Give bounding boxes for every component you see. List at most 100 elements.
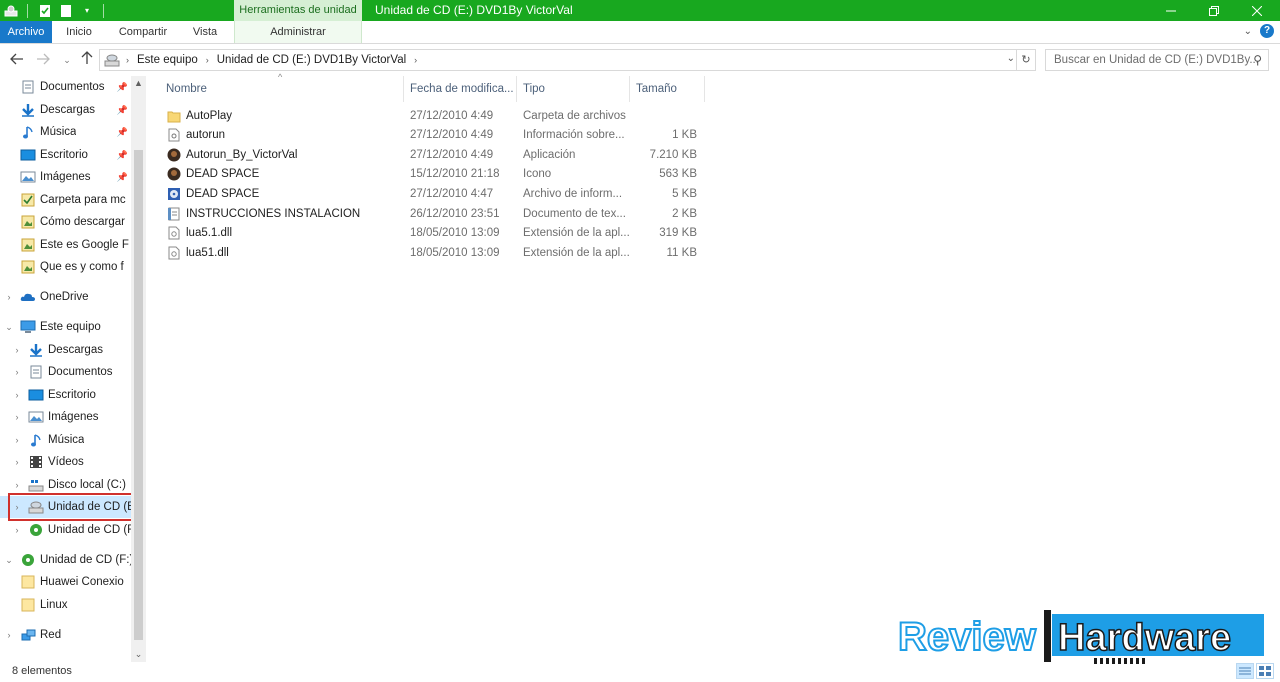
- nav-item-que-es[interactable]: Que es y como f: [0, 256, 134, 278]
- nav-item-huawei[interactable]: Huawei Conexio: [0, 571, 134, 593]
- nav-item-cd-f-root[interactable]: ⌄ Unidad de CD (F:): [0, 549, 134, 571]
- file-row[interactable]: lua51.dll 18/05/2010 13:09 Extensión de …: [160, 243, 705, 263]
- breadcrumb-separator-icon[interactable]: ›: [126, 55, 129, 65]
- collapse-chevron-icon[interactable]: ⌄: [4, 322, 14, 333]
- nav-item-unidad-cd-f[interactable]: › Unidad de CD (F: [0, 519, 134, 541]
- nav-item-label: Documentos: [48, 366, 113, 378]
- nav-item-imagenes[interactable]: Imágenes 📌: [0, 166, 134, 188]
- drive-app-icon[interactable]: [3, 3, 19, 19]
- nav-item-label: Descargas: [40, 104, 95, 116]
- folder-icon: [20, 574, 36, 590]
- scroll-down-icon[interactable]: ⌄: [131, 649, 146, 660]
- customize-toolbar-icon[interactable]: ▾: [79, 3, 95, 19]
- nav-item-label: Escritorio: [40, 149, 88, 161]
- file-row[interactable]: autorun 27/12/2010 4:49 Información sobr…: [160, 125, 705, 145]
- music-icon: [28, 432, 44, 448]
- refresh-button[interactable]: ↻: [1016, 49, 1036, 71]
- pin-icon[interactable]: 📌: [117, 82, 128, 93]
- file-row[interactable]: DEAD SPACE 27/12/2010 4:47 Archivo de in…: [160, 184, 705, 204]
- tab-compartir[interactable]: Compartir: [110, 21, 176, 43]
- forward-button[interactable]: [34, 51, 52, 69]
- nav-item-label: Documentos: [40, 81, 105, 93]
- nav-item-label: Imágenes: [48, 411, 99, 423]
- nav-item-carpeta[interactable]: Carpeta para mc: [0, 189, 134, 211]
- nav-item-este-es-google[interactable]: Este es Google F: [0, 234, 134, 256]
- nav-item-onedrive[interactable]: › OneDrive: [0, 286, 134, 308]
- tab-administrar[interactable]: Administrar: [234, 21, 362, 43]
- file-name: lua51.dll: [186, 247, 229, 259]
- nav-item-descargas[interactable]: Descargas 📌: [0, 99, 134, 121]
- expand-chevron-icon[interactable]: ›: [4, 630, 14, 640]
- address-bar[interactable]: › Este equipo › Unidad de CD (E:) DVD1By…: [99, 49, 1036, 71]
- nav-item-escritorio[interactable]: Escritorio 📌: [0, 144, 134, 166]
- nav-item-este-equipo[interactable]: ⌄ Este equipo: [0, 316, 134, 338]
- expand-chevron-icon[interactable]: ›: [12, 525, 22, 535]
- file-row[interactable]: Autorun_By_VictorVal 27/12/2010 4:49 Apl…: [160, 145, 705, 165]
- tab-vista[interactable]: Vista: [184, 21, 226, 43]
- expand-chevron-icon[interactable]: ›: [12, 480, 22, 490]
- file-date: 27/12/2010 4:49: [410, 129, 494, 141]
- videos-icon: [28, 454, 44, 470]
- onedrive-icon: [20, 289, 36, 305]
- downloads-icon: [20, 102, 36, 118]
- file-row[interactable]: lua5.1.dll 18/05/2010 13:09 Extensión de…: [160, 223, 705, 243]
- scroll-up-icon[interactable]: ▲: [131, 78, 146, 88]
- nav-item-pc-escritorio[interactable]: › Escritorio: [0, 384, 134, 406]
- pin-icon[interactable]: 📌: [117, 172, 128, 183]
- nav-item-pc-descargas[interactable]: › Descargas: [0, 339, 134, 361]
- restore-button[interactable]: [1191, 0, 1237, 21]
- navigation-scrollbar[interactable]: ▲ ⌄: [131, 76, 146, 662]
- new-folder-icon[interactable]: [58, 3, 74, 19]
- column-header-size[interactable]: Tamaño: [630, 76, 705, 102]
- file-row[interactable]: INSTRUCCIONES INSTALACION 26/12/2010 23:…: [160, 204, 705, 224]
- breadcrumb-separator-icon[interactable]: ›: [414, 55, 417, 65]
- nav-item-musica[interactable]: Música 📌: [0, 121, 134, 143]
- expand-chevron-icon[interactable]: ›: [12, 367, 22, 377]
- nav-item-pc-documentos[interactable]: › Documentos: [0, 361, 134, 383]
- nav-item-red[interactable]: › Red: [0, 624, 134, 646]
- column-header-type[interactable]: Tipo: [517, 76, 630, 102]
- pin-icon[interactable]: 📌: [117, 127, 128, 138]
- expand-chevron-icon[interactable]: ›: [12, 457, 22, 467]
- up-button[interactable]: [78, 51, 96, 69]
- toolbar-separator: [27, 3, 28, 18]
- file-row[interactable]: DEAD SPACE 15/12/2010 21:18 Icono 563 KB: [160, 164, 705, 184]
- cd-green-icon: [28, 522, 44, 538]
- help-icon[interactable]: ?: [1260, 24, 1274, 38]
- breadcrumb-current-drive[interactable]: Unidad de CD (E:) DVD1By VictorVal: [217, 54, 406, 66]
- expand-chevron-icon[interactable]: ›: [12, 345, 22, 355]
- nav-item-pc-videos[interactable]: › Vídeos: [0, 451, 134, 473]
- minimize-button[interactable]: [1148, 0, 1194, 21]
- expand-chevron-icon[interactable]: ›: [12, 412, 22, 422]
- network-icon: [20, 627, 36, 643]
- breadcrumb-este-equipo[interactable]: Este equipo: [137, 54, 198, 66]
- nav-item-pc-musica[interactable]: › Música: [0, 429, 134, 451]
- dll-icon: [166, 225, 182, 241]
- nav-item-linux[interactable]: Linux: [0, 594, 134, 616]
- scrollbar-thumb[interactable]: [134, 150, 143, 640]
- tab-inicio[interactable]: Inicio: [57, 21, 101, 43]
- close-button[interactable]: [1234, 0, 1280, 21]
- forward-arrow-icon: [37, 53, 50, 65]
- search-input[interactable]: Buscar en Unidad de CD (E:) DVD1By... ⚲: [1045, 49, 1269, 71]
- properties-icon[interactable]: [37, 3, 53, 19]
- column-header-date[interactable]: Fecha de modifica...: [404, 76, 517, 102]
- expand-chevron-icon[interactable]: ›: [4, 292, 14, 302]
- collapse-chevron-icon[interactable]: ⌄: [4, 555, 14, 566]
- expand-chevron-icon[interactable]: ›: [12, 435, 22, 445]
- address-dropdown-icon[interactable]: ⌄: [1007, 53, 1015, 64]
- pin-icon[interactable]: 📌: [117, 150, 128, 161]
- disc-info-icon: [166, 186, 182, 202]
- file-row[interactable]: AutoPlay 27/12/2010 4:49 Carpeta de arch…: [160, 106, 705, 126]
- back-button[interactable]: [8, 51, 26, 69]
- breadcrumb-separator-icon[interactable]: ›: [206, 55, 209, 65]
- nav-item-pc-imagenes[interactable]: › Imágenes: [0, 406, 134, 428]
- computer-icon: [20, 319, 36, 335]
- recent-locations-button[interactable]: ⌄: [58, 51, 76, 69]
- nav-item-como-descargar[interactable]: Cómo descargar: [0, 211, 134, 233]
- pin-icon[interactable]: 📌: [117, 105, 128, 116]
- expand-chevron-icon[interactable]: ›: [12, 390, 22, 400]
- nav-item-documentos[interactable]: Documentos 📌: [0, 76, 134, 98]
- expand-ribbon-icon[interactable]: ⌄: [1244, 26, 1252, 37]
- tab-archivo[interactable]: Archivo: [0, 21, 52, 43]
